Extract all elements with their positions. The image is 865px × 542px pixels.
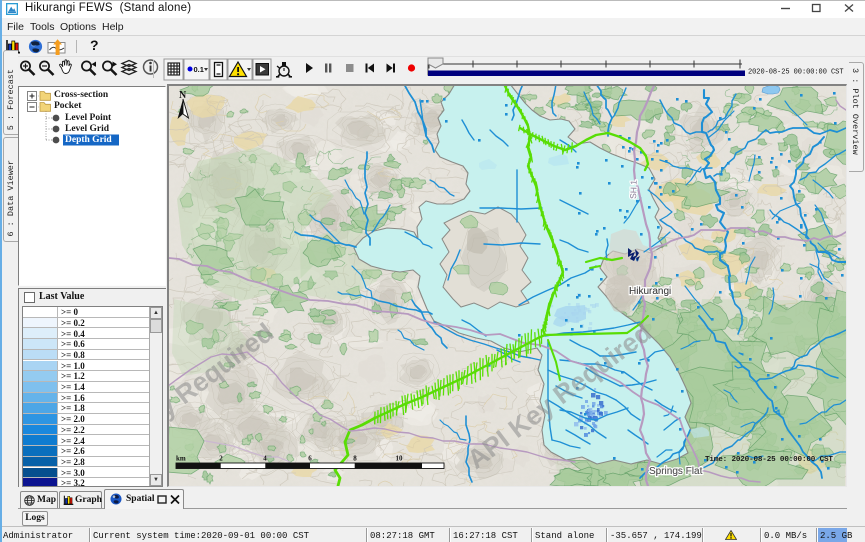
svg-text:10: 10 bbox=[396, 455, 404, 463]
svg-text:Hikurangi: Hikurangi bbox=[629, 286, 671, 297]
svg-text:Springs Flat: Springs Flat bbox=[649, 466, 703, 477]
svg-text:SH 1: SH 1 bbox=[628, 180, 639, 200]
svg-text:6: 6 bbox=[308, 455, 312, 463]
svg-text:0.1: 0.1 bbox=[194, 65, 204, 74]
svg-text:Time: 2020-08-25 00:00:00 CST: Time: 2020-08-25 00:00:00 CST bbox=[705, 456, 833, 464]
svg-text:km: km bbox=[176, 455, 186, 463]
svg-text:2020-08-25 00:00:00 CST: 2020-08-25 00:00:00 CST bbox=[748, 69, 843, 77]
svg-text:4: 4 bbox=[263, 455, 267, 463]
svg-text:8: 8 bbox=[353, 455, 357, 463]
svg-text:2: 2 bbox=[219, 455, 223, 463]
